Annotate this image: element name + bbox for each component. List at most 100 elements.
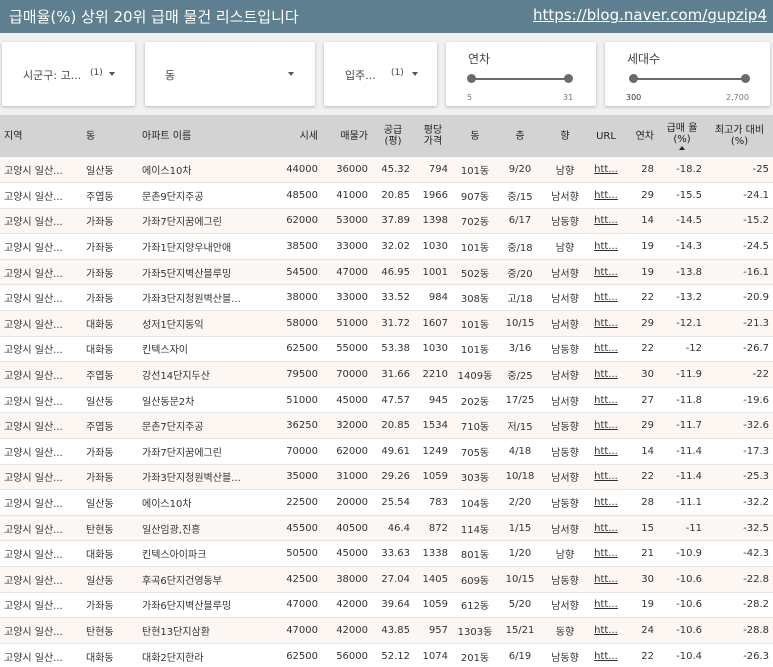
peak-ratio-cell: -25: [752, 164, 769, 176]
year-slider-max-handle[interactable]: [564, 74, 573, 83]
table-row: 고양시 일산... 일산동 에이스10차 22500 20000 25.54 783 104동…: [0, 489, 773, 516]
age-cell: 28: [641, 497, 654, 509]
listing-price-cell: 53000: [336, 215, 368, 227]
listing-price-cell: 32000: [336, 420, 368, 432]
url-link[interactable]: htt...: [588, 464, 624, 490]
table-row: 고양시 일산... 일산동 에이스10차 44000 36000 45.32 794 101동…: [0, 157, 773, 183]
url-link[interactable]: htt...: [588, 643, 624, 667]
discount-rate-cell: -15.5: [676, 189, 702, 201]
column-header[interactable]: 매물가: [322, 115, 372, 157]
url-link[interactable]: htt...: [588, 618, 624, 644]
households-slider-min-handle[interactable]: [629, 74, 638, 83]
listing-price-cell: 45000: [336, 394, 368, 406]
peak-ratio-cell: -20.9: [743, 292, 769, 304]
sigungu-dropdown-count: (1): [90, 68, 103, 78]
region-cell: 고양시 일산...: [4, 319, 63, 331]
price-per-pyeong-cell: 1966: [422, 189, 448, 201]
url-link[interactable]: htt...: [588, 413, 624, 439]
column-header[interactable]: 시세: [272, 115, 322, 157]
direction-cell: 남서향: [551, 268, 579, 280]
peak-ratio-cell: -25.3: [743, 471, 769, 483]
url-link[interactable]: htt...: [588, 362, 624, 388]
column-header[interactable]: 최고가 대비(%): [706, 115, 773, 157]
url-link[interactable]: htt...: [588, 567, 624, 593]
listing-price-cell: 51000: [336, 317, 368, 329]
url-link[interactable]: htt...: [588, 439, 624, 465]
supply-area-cell: 25.54: [381, 497, 410, 509]
column-header[interactable]: 동: [82, 115, 138, 157]
market-price-cell: 47000: [286, 599, 318, 611]
listing-price-cell: 38000: [336, 573, 368, 585]
column-header-sorted[interactable]: 급매 율(%): [658, 115, 706, 157]
year-slider-track[interactable]: [472, 78, 569, 80]
households-slider-max-handle[interactable]: [741, 74, 750, 83]
url-link[interactable]: htt...: [588, 285, 624, 311]
url-link[interactable]: htt...: [588, 311, 624, 337]
url-link[interactable]: htt...: [588, 183, 624, 209]
table-row: 고양시 일산... 가좌동 가좌1단지양우내안애 38500 33000 32.02 103…: [0, 233, 773, 260]
price-per-pyeong-cell: 1405: [422, 573, 448, 585]
supply-area-cell: 32.02: [381, 241, 410, 253]
url-link[interactable]: htt...: [588, 515, 624, 541]
url-link[interactable]: htt...: [588, 387, 624, 413]
listing-table-container: 지역 동 아파트 이름 시세 매물가 공급 (평) 평당 가격 동 층 향 UR…: [0, 115, 773, 667]
floor-cell: 10/18: [505, 471, 535, 483]
discount-rate-cell: -11: [685, 522, 702, 534]
dong-dropdown[interactable]: 동: [145, 42, 315, 106]
floor-cell: 10/15: [505, 573, 535, 585]
column-header[interactable]: 아파트 이름: [138, 115, 272, 157]
dong-cell: 가좌동: [86, 294, 114, 306]
apartment-name-cell: 후곡6단지건영동부: [142, 575, 222, 587]
year-slider-min-handle[interactable]: [467, 74, 476, 83]
year-slider-max-value: 31: [563, 93, 574, 102]
supply-area-cell: 43.85: [381, 624, 410, 636]
sigungu-dropdown[interactable]: 시군구: 고... (1): [2, 42, 135, 106]
discount-rate-cell: -11.8: [676, 394, 702, 406]
column-header[interactable]: 지역: [0, 115, 82, 157]
apartment-name-cell: 에이스10차: [142, 166, 192, 178]
table-row: 고양시 일산... 주엽동 문촌9단지주공 48500 41000 20.85 1966 90…: [0, 182, 773, 209]
market-price-cell: 54500: [286, 266, 318, 278]
dong-cell: 대화동: [86, 319, 114, 331]
direction-cell: 남동향: [551, 575, 579, 587]
column-header[interactable]: URL: [588, 115, 624, 157]
column-header[interactable]: 층: [498, 115, 542, 157]
url-link[interactable]: htt...: [588, 336, 624, 362]
url-link[interactable]: htt...: [588, 157, 624, 183]
apartment-name-cell: 에이스10차: [142, 499, 192, 511]
peak-ratio-cell: -21.3: [743, 317, 769, 329]
building-cell: 609동: [460, 575, 490, 587]
url-link[interactable]: htt...: [588, 490, 624, 516]
market-price-cell: 48500: [286, 189, 318, 201]
column-header[interactable]: 동: [452, 115, 498, 157]
column-header[interactable]: 공급 (평): [372, 115, 414, 157]
table-header-row: 지역 동 아파트 이름 시세 매물가 공급 (평) 평당 가격 동 층 향 UR…: [0, 115, 773, 157]
market-price-cell: 70000: [286, 445, 318, 457]
ipju-dropdown[interactable]: 입주... (1): [324, 42, 437, 106]
column-header[interactable]: 연차: [624, 115, 658, 157]
households-slider-max-value: 2,700: [726, 93, 749, 102]
url-link[interactable]: htt...: [588, 541, 624, 567]
age-cell: 19: [641, 241, 654, 253]
supply-area-cell: 29.26: [381, 471, 410, 483]
url-link[interactable]: htt...: [588, 592, 624, 618]
households-slider-track[interactable]: [634, 78, 746, 80]
supply-area-cell: 31.72: [381, 317, 410, 329]
blog-link[interactable]: https://blog.naver.com/gupzip4: [533, 6, 767, 24]
building-cell: 502동: [460, 268, 490, 280]
column-header[interactable]: 평당 가격: [414, 115, 452, 157]
age-cell: 29: [641, 317, 654, 329]
direction-cell: 동향: [555, 626, 575, 638]
households-slider-label: 세대수: [627, 52, 661, 66]
supply-area-cell: 47.57: [381, 394, 410, 406]
price-per-pyeong-cell: 1030: [422, 343, 448, 355]
url-link[interactable]: htt...: [588, 208, 624, 234]
discount-rate-cell: -14.5: [676, 215, 702, 227]
region-cell: 고양시 일산...: [4, 575, 63, 587]
dong-cell: 주엽동: [86, 191, 114, 203]
column-header[interactable]: 향: [542, 115, 588, 157]
listing-price-cell: 70000: [336, 369, 368, 381]
url-link[interactable]: htt...: [588, 259, 624, 285]
url-link[interactable]: htt...: [588, 234, 624, 260]
apartment-name-cell: 킨텍스아이파크: [142, 550, 207, 562]
